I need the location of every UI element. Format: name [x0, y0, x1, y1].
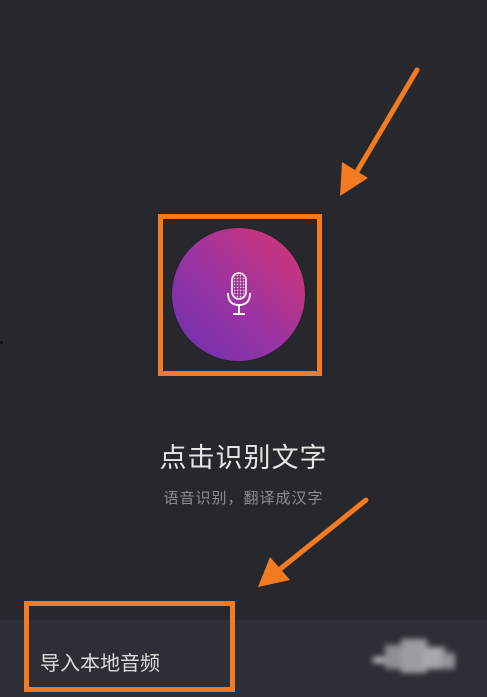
edge-dot	[0, 341, 3, 344]
page-title: 点击识别文字	[159, 443, 328, 474]
highlight-box-import	[24, 601, 235, 692]
highlight-box-record	[158, 214, 322, 376]
page-subtitle: 语音识别，翻译成汉字	[163, 489, 324, 507]
blurred-icon[interactable]	[373, 635, 465, 685]
arrow-bottom	[258, 497, 369, 587]
arrow-top	[340, 67, 420, 196]
recorder-screen: 点击识别文字 语音识别，翻译成汉字 导入本地音频	[0, 0, 487, 697]
